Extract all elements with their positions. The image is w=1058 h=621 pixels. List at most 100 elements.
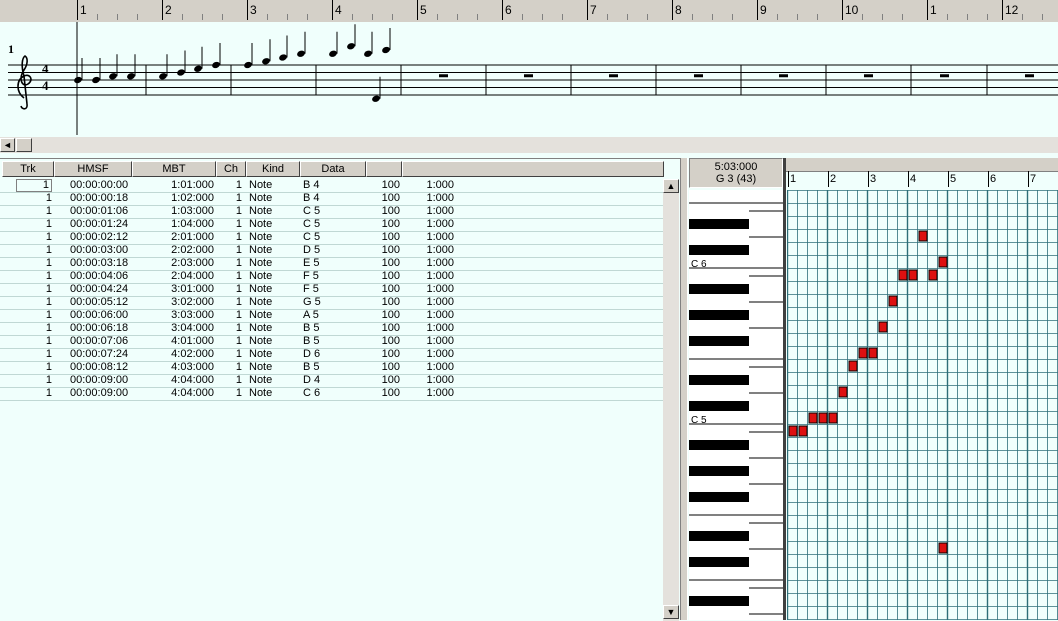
event-cell-dur[interactable]: 1:000 bbox=[410, 361, 454, 374]
event-row[interactable]: 1 00:00:00:18 1:02:000 1 Note B 4 100 1:000 bbox=[0, 192, 664, 206]
event-cell-kind[interactable]: Note bbox=[249, 309, 289, 322]
event-cell-dur[interactable]: 1:000 bbox=[410, 322, 454, 335]
event-row[interactable]: 1 00:00:07:06 4:01:000 1 Note B 5 100 1:000 bbox=[0, 335, 664, 349]
note-head[interactable] bbox=[296, 50, 306, 58]
event-row[interactable]: 1 00:00:00:00 1:01:000 1 Note B 4 100 1:000 bbox=[0, 179, 664, 193]
event-cell-dur[interactable]: 1:000 bbox=[410, 231, 454, 244]
event-cell-mbt[interactable]: 4:04:000 bbox=[150, 374, 214, 387]
staff[interactable]: 4 4 bbox=[0, 22, 1058, 138]
event-row[interactable]: 1 00:00:04:06 2:04:000 1 Note F 5 100 1:000 bbox=[0, 270, 664, 284]
note-head[interactable] bbox=[73, 76, 83, 84]
event-cell-vel[interactable]: 100 bbox=[360, 231, 400, 244]
black-key[interactable] bbox=[689, 284, 749, 294]
event-cell-trk[interactable]: 1 bbox=[16, 348, 52, 361]
event-cell-hmsf[interactable]: 00:00:03:00 bbox=[70, 244, 132, 257]
piano-roll-ruler[interactable]: 1 2 3 4 5 6 7 bbox=[786, 158, 1058, 188]
column-header[interactable]: Data bbox=[300, 161, 366, 177]
event-cell-hmsf[interactable]: 00:00:09:00 bbox=[70, 387, 132, 400]
event-cell-hmsf[interactable]: 00:00:06:00 bbox=[70, 309, 132, 322]
event-cell-ch[interactable]: 1 bbox=[222, 322, 242, 335]
event-cell-hmsf[interactable]: 00:00:00:00 bbox=[70, 179, 132, 192]
black-key[interactable] bbox=[689, 440, 749, 450]
black-key[interactable] bbox=[689, 336, 749, 346]
event-cell-hmsf[interactable]: 00:00:08:12 bbox=[70, 361, 132, 374]
note-head[interactable] bbox=[126, 72, 136, 80]
event-cell-kind[interactable]: Note bbox=[249, 361, 289, 374]
event-cell-vel[interactable]: 100 bbox=[360, 374, 400, 387]
event-cell-mbt[interactable]: 3:02:000 bbox=[150, 296, 214, 309]
black-key[interactable] bbox=[689, 310, 749, 320]
event-row[interactable]: 1 00:00:09:00 4:04:000 1 Note C 6 100 1:000 bbox=[0, 387, 664, 401]
black-key[interactable] bbox=[689, 219, 749, 229]
note-block[interactable] bbox=[788, 425, 798, 437]
event-cell-vel[interactable]: 100 bbox=[360, 179, 400, 192]
event-cell-vel[interactable]: 100 bbox=[360, 257, 400, 270]
event-cell-ch[interactable]: 1 bbox=[222, 296, 242, 309]
event-cell-data[interactable]: B 5 bbox=[303, 322, 343, 335]
note-head[interactable] bbox=[91, 76, 101, 84]
event-row[interactable]: 1 00:00:06:18 3:04:000 1 Note B 5 100 1:000 bbox=[0, 322, 664, 336]
event-cell-kind[interactable]: Note bbox=[249, 387, 289, 400]
black-key[interactable] bbox=[689, 531, 749, 541]
event-cell-data[interactable]: F 5 bbox=[303, 270, 343, 283]
note-head[interactable] bbox=[346, 42, 356, 50]
event-cell-kind[interactable]: Note bbox=[249, 231, 289, 244]
note-block[interactable] bbox=[868, 347, 878, 359]
column-header[interactable] bbox=[402, 161, 664, 177]
event-cell-vel[interactable]: 100 bbox=[360, 309, 400, 322]
column-header[interactable]: Trk bbox=[2, 161, 54, 177]
event-cell-data[interactable]: D 5 bbox=[303, 244, 343, 257]
event-cell-data[interactable]: D 4 bbox=[303, 374, 343, 387]
event-row[interactable]: 1 00:00:04:24 3:01:000 1 Note F 5 100 1:000 bbox=[0, 283, 664, 297]
event-cell-trk[interactable]: 1 bbox=[16, 244, 52, 257]
event-row[interactable]: 1 00:00:03:18 2:03:000 1 Note E 5 100 1:000 bbox=[0, 257, 664, 271]
event-cell-data[interactable]: B 5 bbox=[303, 361, 343, 374]
event-cell-mbt[interactable]: 4:02:000 bbox=[150, 348, 214, 361]
event-cell-mbt[interactable]: 3:03:000 bbox=[150, 309, 214, 322]
event-cell-hmsf[interactable]: 00:00:01:24 bbox=[70, 218, 132, 231]
event-cell-dur[interactable]: 1:000 bbox=[410, 205, 454, 218]
event-cell-mbt[interactable]: 2:04:000 bbox=[150, 270, 214, 283]
note-block[interactable] bbox=[878, 321, 888, 333]
event-cell-trk[interactable]: 1 bbox=[16, 361, 52, 374]
event-cell-hmsf[interactable]: 00:00:00:18 bbox=[70, 192, 132, 205]
note-block[interactable] bbox=[798, 425, 808, 437]
column-header[interactable]: Kind bbox=[246, 161, 300, 177]
event-cell-kind[interactable]: Note bbox=[249, 296, 289, 309]
black-key[interactable] bbox=[689, 492, 749, 502]
event-cell-dur[interactable]: 1:000 bbox=[410, 348, 454, 361]
event-cell-data[interactable]: D 6 bbox=[303, 348, 343, 361]
note-head[interactable] bbox=[363, 50, 373, 58]
event-cell-ch[interactable]: 1 bbox=[222, 387, 242, 400]
event-cell-dur[interactable]: 1:000 bbox=[410, 179, 454, 192]
scroll-thumb[interactable] bbox=[16, 138, 32, 152]
event-cell-dur[interactable]: 1:000 bbox=[410, 283, 454, 296]
event-cell-vel[interactable]: 100 bbox=[360, 348, 400, 361]
event-cell-vel[interactable]: 100 bbox=[360, 335, 400, 348]
event-cell-kind[interactable]: Note bbox=[249, 322, 289, 335]
note-block[interactable] bbox=[858, 347, 868, 359]
note-block[interactable] bbox=[828, 412, 838, 424]
event-cell-trk[interactable]: 1 bbox=[16, 387, 52, 400]
note-head[interactable] bbox=[371, 95, 381, 103]
event-cell-mbt[interactable]: 1:01:000 bbox=[150, 179, 214, 192]
black-key[interactable] bbox=[689, 245, 749, 255]
event-cell-kind[interactable]: Note bbox=[249, 244, 289, 257]
note-block[interactable] bbox=[918, 230, 928, 242]
event-cell-trk[interactable]: 1 bbox=[16, 322, 52, 335]
event-cell-data[interactable]: B 4 bbox=[303, 179, 343, 192]
event-cell-kind[interactable]: Note bbox=[249, 257, 289, 270]
event-cell-trk[interactable]: 1 bbox=[16, 179, 52, 192]
note-block[interactable] bbox=[808, 412, 818, 424]
event-list-vertical-scrollbar[interactable]: ▲ ▼ bbox=[663, 179, 679, 621]
event-cell-data[interactable]: B 4 bbox=[303, 192, 343, 205]
event-row[interactable]: 1 00:00:01:24 1:04:000 1 Note C 5 100 1:000 bbox=[0, 218, 664, 232]
event-cell-ch[interactable]: 1 bbox=[222, 270, 242, 283]
note-block[interactable] bbox=[938, 256, 948, 268]
event-row[interactable]: 1 00:00:09:00 4:04:000 1 Note D 4 100 1:000 bbox=[0, 374, 664, 388]
score-horizontal-scrollbar[interactable]: ◄ bbox=[0, 137, 1058, 153]
note-block[interactable] bbox=[838, 386, 848, 398]
event-cell-trk[interactable]: 1 bbox=[16, 374, 52, 387]
event-row[interactable]: 1 00:00:08:12 4:03:000 1 Note B 5 100 1:000 bbox=[0, 361, 664, 375]
event-cell-ch[interactable]: 1 bbox=[222, 309, 242, 322]
